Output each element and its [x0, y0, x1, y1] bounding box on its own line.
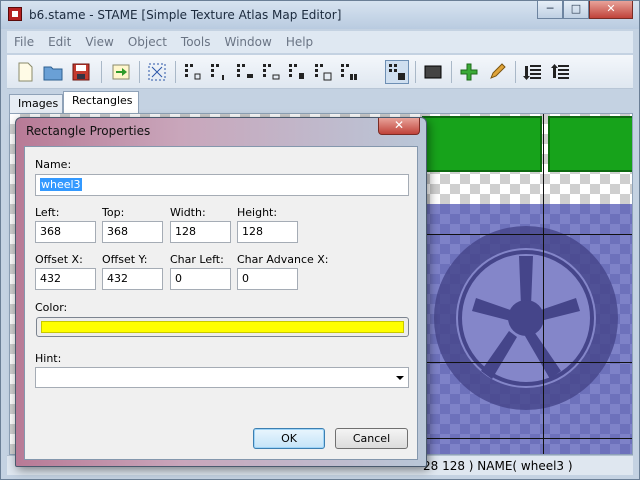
height-label: Height: [237, 206, 278, 219]
chevron-down-icon[interactable] [396, 376, 404, 380]
menu-bar: File Edit View Object Tools Window Help [7, 31, 633, 53]
height-input[interactable]: 128 [237, 221, 298, 243]
maximize-icon[interactable]: □ [563, 1, 589, 19]
sprite-tile[interactable] [548, 116, 632, 172]
hint-label: Hint: [35, 352, 62, 365]
menu-view[interactable]: View [78, 35, 120, 49]
cancel-button[interactable]: Cancel [335, 428, 408, 449]
grid-align-3-icon[interactable] [233, 60, 257, 84]
sort-list-icon[interactable] [521, 60, 545, 84]
char-advance-label: Char Advance X: [237, 253, 329, 266]
minimize-icon[interactable]: ─ [537, 1, 563, 19]
app-icon[interactable] [8, 7, 22, 21]
rectangle-color-icon[interactable] [421, 60, 445, 84]
close-icon[interactable]: ✕ [589, 1, 633, 19]
char-advance-input[interactable]: 0 [237, 268, 298, 290]
menu-object[interactable]: Object [121, 35, 174, 49]
top-label: Top: [102, 206, 125, 219]
window-title: b6.stame - STAME [Simple Texture Atlas M… [29, 8, 342, 22]
status-text: 28 128 ) NAME( wheel3 ) [423, 459, 573, 473]
save-disk-icon[interactable] [69, 60, 93, 84]
top-input[interactable]: 368 [102, 221, 163, 243]
export-arrow-icon[interactable] [109, 60, 133, 84]
name-label: Name: [35, 158, 72, 171]
dialog-body: Name: wheel3 Left: 368 Top: 368 Width: 1… [24, 146, 418, 460]
left-label: Left: [35, 206, 60, 219]
sort-list-descending-icon[interactable] [549, 60, 573, 84]
offset-x-input[interactable]: 432 [35, 268, 96, 290]
char-left-label: Char Left: [170, 253, 224, 266]
open-folder-icon[interactable] [41, 60, 65, 84]
color-label: Color: [35, 301, 68, 314]
char-left-input[interactable]: 0 [170, 268, 231, 290]
grid-align-8-icon[interactable] [385, 60, 409, 84]
wheel-sprite-icon [434, 226, 618, 410]
rectangle-properties-dialog: Rectangle Properties ✕ Name: wheel3 Left… [15, 117, 427, 467]
name-value: wheel3 [40, 178, 82, 191]
close-icon[interactable]: ✕ [378, 118, 420, 135]
menu-tools[interactable]: Tools [174, 35, 218, 49]
offset-y-label: Offset Y: [102, 253, 148, 266]
ok-button[interactable]: OK [253, 428, 325, 449]
menu-window[interactable]: Window [217, 35, 278, 49]
hint-select[interactable] [35, 367, 409, 388]
left-input[interactable]: 368 [35, 221, 96, 243]
toolbar [7, 55, 633, 89]
tab-images[interactable]: Images [9, 94, 63, 113]
fit-view-icon[interactable] [145, 60, 169, 84]
grid-align-7-icon[interactable] [337, 60, 361, 84]
width-input[interactable]: 128 [170, 221, 231, 243]
color-swatch [41, 321, 404, 333]
menu-edit[interactable]: Edit [41, 35, 78, 49]
grid-align-4-icon[interactable] [259, 60, 283, 84]
new-file-icon[interactable] [13, 60, 37, 84]
dialog-title: Rectangle Properties [26, 124, 151, 138]
offset-x-label: Offset X: [35, 253, 83, 266]
grid-align-6-icon[interactable] [311, 60, 335, 84]
tab-rectangles[interactable]: Rectangles [63, 91, 139, 113]
grid-align-1-icon[interactable] [181, 60, 205, 84]
menu-help[interactable]: Help [279, 35, 320, 49]
color-picker-button[interactable] [36, 317, 409, 337]
sprite-tile[interactable] [422, 116, 542, 172]
add-plus-icon[interactable] [457, 60, 481, 84]
grid-align-5-icon[interactable] [285, 60, 309, 84]
grid-align-2-icon[interactable] [207, 60, 231, 84]
offset-y-input[interactable]: 432 [102, 268, 163, 290]
menu-file[interactable]: File [7, 35, 41, 49]
width-label: Width: [170, 206, 206, 219]
name-input[interactable]: wheel3 [35, 174, 409, 196]
pencil-icon[interactable] [485, 60, 509, 84]
title-bar[interactable]: b6.stame - STAME [Simple Texture Atlas M… [1, 1, 639, 29]
